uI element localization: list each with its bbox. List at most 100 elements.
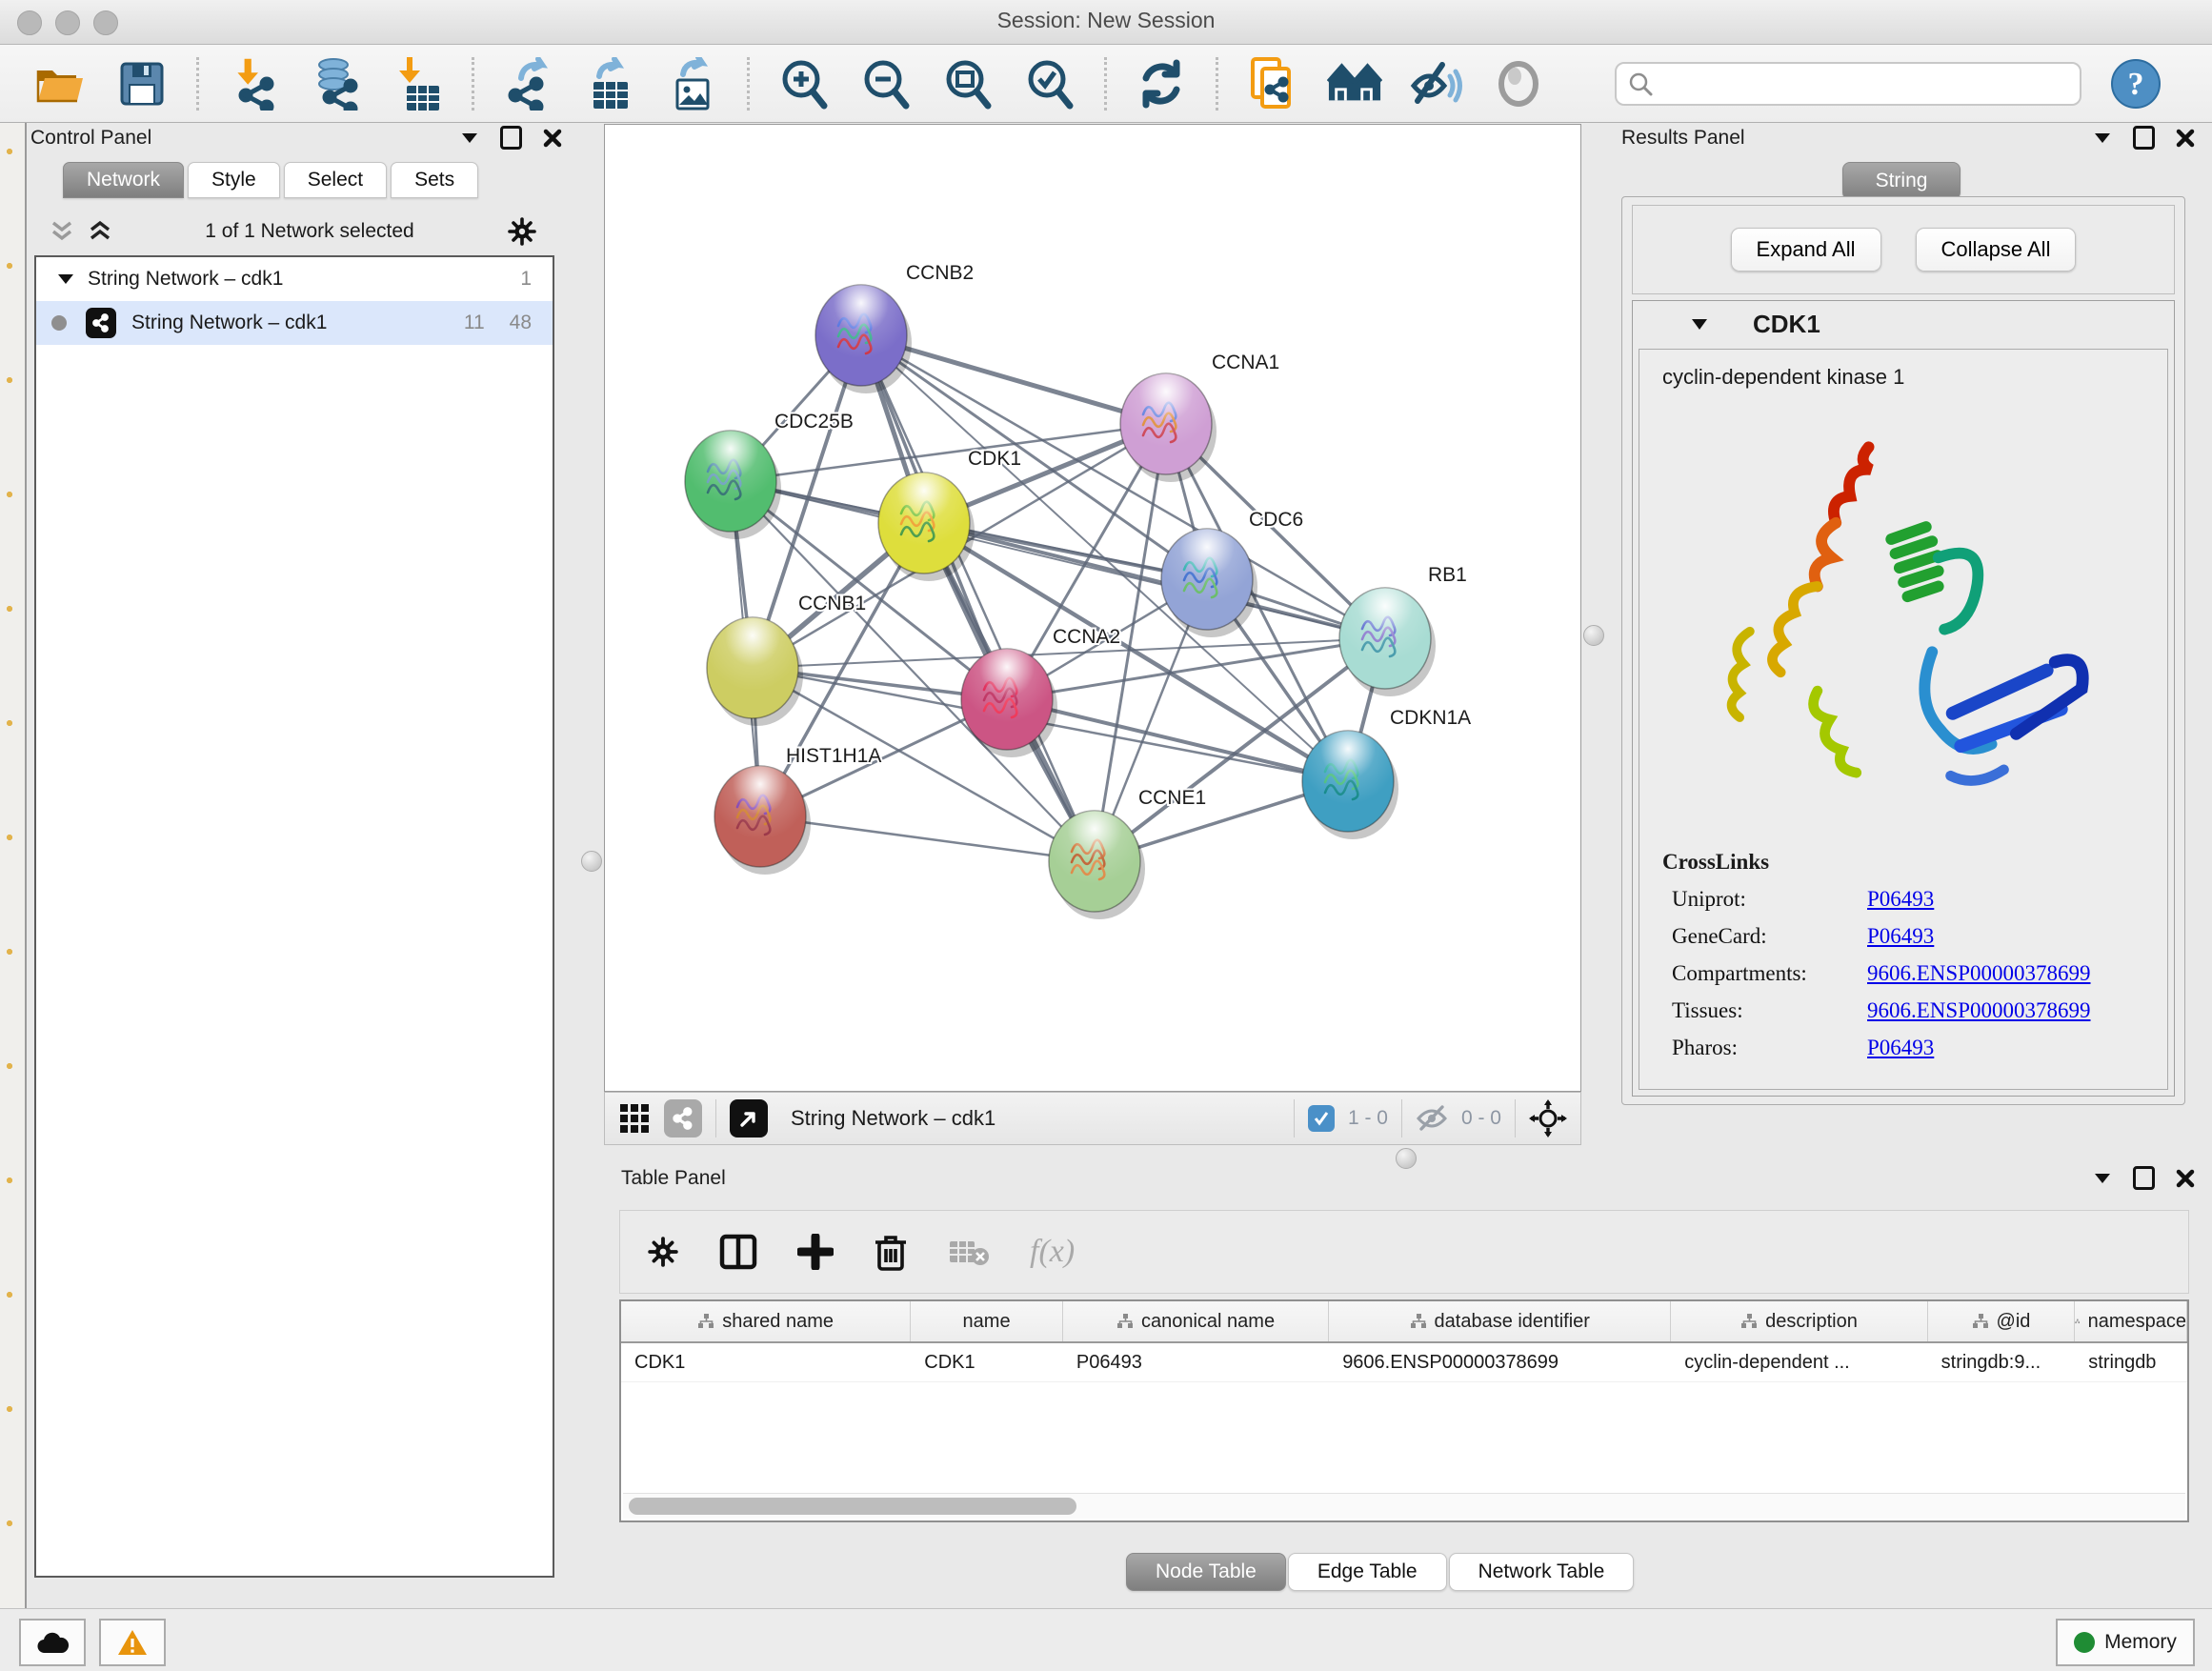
tab-sets[interactable]: Sets bbox=[391, 162, 478, 198]
horizontal-scrollbar[interactable] bbox=[623, 1493, 2185, 1519]
tab-string[interactable]: String bbox=[1842, 162, 1961, 200]
fit-content-crosshair-icon[interactable] bbox=[1529, 1099, 1567, 1137]
network-node-ccnb2[interactable] bbox=[815, 285, 912, 393]
zoom-fit-button[interactable] bbox=[940, 56, 995, 111]
network-canvas[interactable]: CCNB2CCNA1CDC25BCDK1CDC6RB1CCNB1CCNA2CDK… bbox=[604, 124, 1581, 1092]
expand-all-icon[interactable] bbox=[88, 220, 112, 243]
grid-view-icon[interactable] bbox=[618, 1102, 651, 1135]
network-row[interactable]: String Network – cdk1 11 48 bbox=[36, 301, 553, 345]
hide-selected-button[interactable] bbox=[1409, 56, 1464, 111]
function-builder-icon[interactable]: f(x) bbox=[1030, 1234, 1075, 1270]
crosslink-link[interactable]: P06493 bbox=[1867, 1036, 1934, 1060]
zoom-in-button[interactable] bbox=[776, 56, 832, 111]
tab-network[interactable]: Network bbox=[63, 162, 184, 198]
string-view-icon[interactable] bbox=[664, 1099, 702, 1137]
panel-maximize-icon[interactable] bbox=[2133, 126, 2155, 150]
gene-section-header[interactable]: CDK1 bbox=[1633, 301, 2174, 347]
show-all-button[interactable] bbox=[1491, 56, 1546, 111]
network-node-rb1[interactable] bbox=[1339, 588, 1436, 696]
panel-float-icon[interactable] bbox=[2093, 1172, 2112, 1185]
tab-network-table[interactable]: Network Table bbox=[1449, 1553, 1635, 1591]
cloud-status-button[interactable] bbox=[19, 1619, 86, 1666]
network-node-ccna1[interactable] bbox=[1120, 373, 1217, 482]
network-edge[interactable] bbox=[1007, 699, 1348, 781]
show-columns-icon[interactable] bbox=[719, 1233, 757, 1271]
left-splitter-handle[interactable] bbox=[581, 851, 602, 872]
panel-close-icon[interactable] bbox=[543, 129, 562, 148]
table-cell[interactable]: P06493 bbox=[1063, 1343, 1329, 1381]
search-box[interactable] bbox=[1615, 62, 2081, 106]
clone-network-button[interactable] bbox=[1245, 56, 1300, 111]
column-header[interactable]: canonical name bbox=[1063, 1301, 1329, 1341]
selected-items-icon[interactable] bbox=[1308, 1105, 1335, 1132]
table-settings-gear-icon[interactable] bbox=[647, 1236, 679, 1268]
table-cell[interactable]: CDK1 bbox=[621, 1343, 911, 1381]
memory-button[interactable]: Memory bbox=[2056, 1619, 2195, 1666]
scrollbar-thumb[interactable] bbox=[629, 1498, 1076, 1515]
network-edge[interactable] bbox=[861, 335, 1095, 861]
section-expander-icon[interactable] bbox=[1690, 317, 1709, 332]
collapse-all-button[interactable]: Collapse All bbox=[1916, 228, 2077, 272]
crosslink-link[interactable]: P06493 bbox=[1867, 887, 1934, 912]
export-image-button[interactable] bbox=[665, 56, 720, 111]
panel-close-icon[interactable] bbox=[2176, 1169, 2195, 1188]
zoom-selected-button[interactable] bbox=[1022, 56, 1077, 111]
crosslink-link[interactable]: P06493 bbox=[1867, 924, 1934, 949]
hidden-items-icon[interactable] bbox=[1416, 1104, 1448, 1133]
search-input[interactable] bbox=[1653, 71, 2068, 95]
network-node-cdkn1a[interactable] bbox=[1302, 731, 1398, 839]
add-column-plus-icon[interactable] bbox=[797, 1234, 834, 1270]
column-header[interactable]: @id bbox=[1928, 1301, 2076, 1341]
save-session-button[interactable] bbox=[114, 56, 170, 111]
crosslink-link[interactable]: 9606.ENSP00000378699 bbox=[1867, 998, 2091, 1023]
delete-column-trash-icon[interactable] bbox=[874, 1233, 908, 1271]
import-network-button[interactable] bbox=[226, 56, 281, 111]
panel-close-icon[interactable] bbox=[2176, 129, 2195, 148]
table-row[interactable]: CDK1CDK1P064939606.ENSP00000378699cyclin… bbox=[621, 1343, 2187, 1382]
panel-maximize-icon[interactable] bbox=[500, 126, 522, 150]
collapse-all-icon[interactable] bbox=[50, 220, 74, 243]
help-button[interactable]: ? bbox=[2108, 56, 2163, 111]
import-table-button[interactable] bbox=[390, 56, 445, 111]
export-network-button[interactable] bbox=[501, 56, 556, 111]
network-node-cdc6[interactable] bbox=[1161, 529, 1257, 637]
node-table[interactable]: shared namenamecanonical namedatabase id… bbox=[619, 1299, 2189, 1522]
network-graph[interactable]: CCNB2CCNA1CDC25BCDK1CDC6RB1CCNB1CCNA2CDK… bbox=[605, 125, 1580, 1091]
column-header[interactable]: database identifier bbox=[1329, 1301, 1671, 1341]
tab-select[interactable]: Select bbox=[284, 162, 387, 198]
column-header[interactable]: description bbox=[1671, 1301, 1927, 1341]
zoom-out-button[interactable] bbox=[858, 56, 914, 111]
column-header[interactable]: shared name bbox=[621, 1301, 911, 1341]
birds-eye-view-icon[interactable] bbox=[730, 1099, 768, 1137]
tab-edge-table[interactable]: Edge Table bbox=[1288, 1553, 1447, 1591]
warnings-button[interactable] bbox=[99, 1619, 166, 1666]
network-node-ccne1[interactable] bbox=[1049, 811, 1145, 919]
show-neighborhood-button[interactable] bbox=[1327, 56, 1382, 111]
table-cell[interactable]: stringdb:9... bbox=[1928, 1343, 2076, 1381]
crosslink-link[interactable]: 9606.ENSP00000378699 bbox=[1867, 961, 2091, 986]
network-node-ccnb1[interactable] bbox=[707, 617, 803, 726]
collection-expander-icon[interactable] bbox=[57, 272, 74, 286]
panel-float-icon[interactable] bbox=[2093, 131, 2112, 145]
open-session-button[interactable] bbox=[32, 56, 88, 111]
expand-all-button[interactable]: Expand All bbox=[1731, 228, 1881, 272]
network-node-hist1h1a[interactable] bbox=[714, 766, 811, 875]
table-cell[interactable]: CDK1 bbox=[911, 1343, 1063, 1381]
network-node-cdc25b[interactable] bbox=[685, 431, 781, 539]
delete-table-icon[interactable] bbox=[948, 1236, 990, 1268]
panel-float-icon[interactable] bbox=[460, 131, 479, 145]
panel-maximize-icon[interactable] bbox=[2133, 1166, 2155, 1190]
table-cell[interactable]: stringdb bbox=[2075, 1343, 2187, 1381]
export-table-button[interactable] bbox=[583, 56, 638, 111]
import-network-from-database-button[interactable] bbox=[308, 56, 363, 111]
table-cell[interactable]: cyclin-dependent ... bbox=[1671, 1343, 1927, 1381]
apply-layout-button[interactable] bbox=[1134, 56, 1189, 111]
table-cell[interactable]: 9606.ENSP00000378699 bbox=[1329, 1343, 1671, 1381]
network-edge[interactable] bbox=[924, 523, 1385, 638]
network-node-ccna2[interactable] bbox=[961, 649, 1057, 757]
tab-style[interactable]: Style bbox=[188, 162, 280, 198]
column-header[interactable]: name bbox=[911, 1301, 1063, 1341]
column-header[interactable]: namespace bbox=[2075, 1301, 2187, 1341]
network-node-cdk1[interactable] bbox=[878, 473, 975, 581]
network-collection-row[interactable]: String Network – cdk1 1 bbox=[36, 257, 553, 301]
